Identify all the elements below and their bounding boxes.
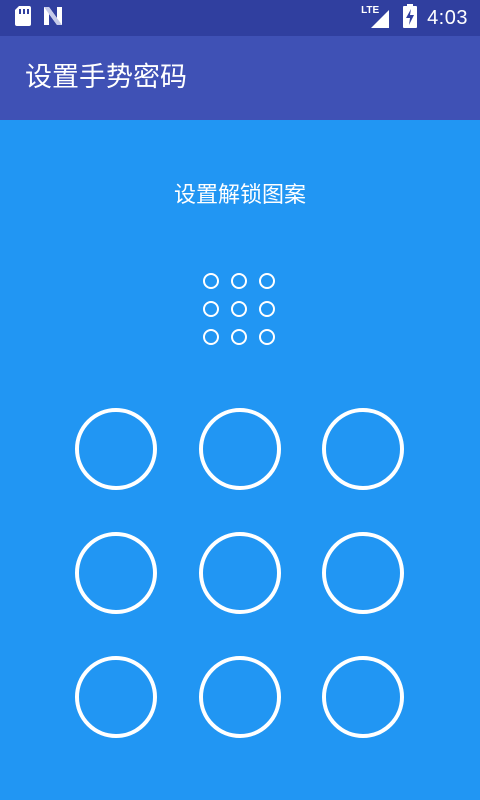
preview-dot [203,301,219,317]
preview-dot [203,329,219,345]
lock-dot-2[interactable] [199,408,281,490]
preview-dot [259,273,275,289]
signal-icon: LTE [361,5,393,30]
preview-dot [231,301,247,317]
preview-dot [231,329,247,345]
status-right-icons: LTE 4:03 [361,4,468,32]
preview-dot [231,273,247,289]
status-bar: LTE 4:03 [0,0,480,36]
sd-card-icon [14,5,32,31]
lock-dot-7[interactable] [75,656,157,738]
preview-dot [259,329,275,345]
lock-dot-4[interactable] [75,532,157,614]
page-title: 设置手势密码 [25,62,187,93]
preview-dot [259,301,275,317]
preview-dot [203,273,219,289]
status-left-icons [14,6,64,30]
status-time: 4:03 [427,7,468,29]
app-bar: 设置手势密码 [0,36,480,120]
lock-dot-9[interactable] [322,656,404,738]
gesture-hint: 设置解锁图案 [173,183,306,208]
notification-n-icon [42,5,64,31]
lock-dot-5[interactable] [199,532,281,614]
lock-dot-8[interactable] [199,656,281,738]
lock-dot-3[interactable] [322,408,404,490]
lock-dot-1[interactable] [75,408,157,490]
battery-charging-icon [403,4,418,32]
lock-dot-6[interactable] [322,532,404,614]
